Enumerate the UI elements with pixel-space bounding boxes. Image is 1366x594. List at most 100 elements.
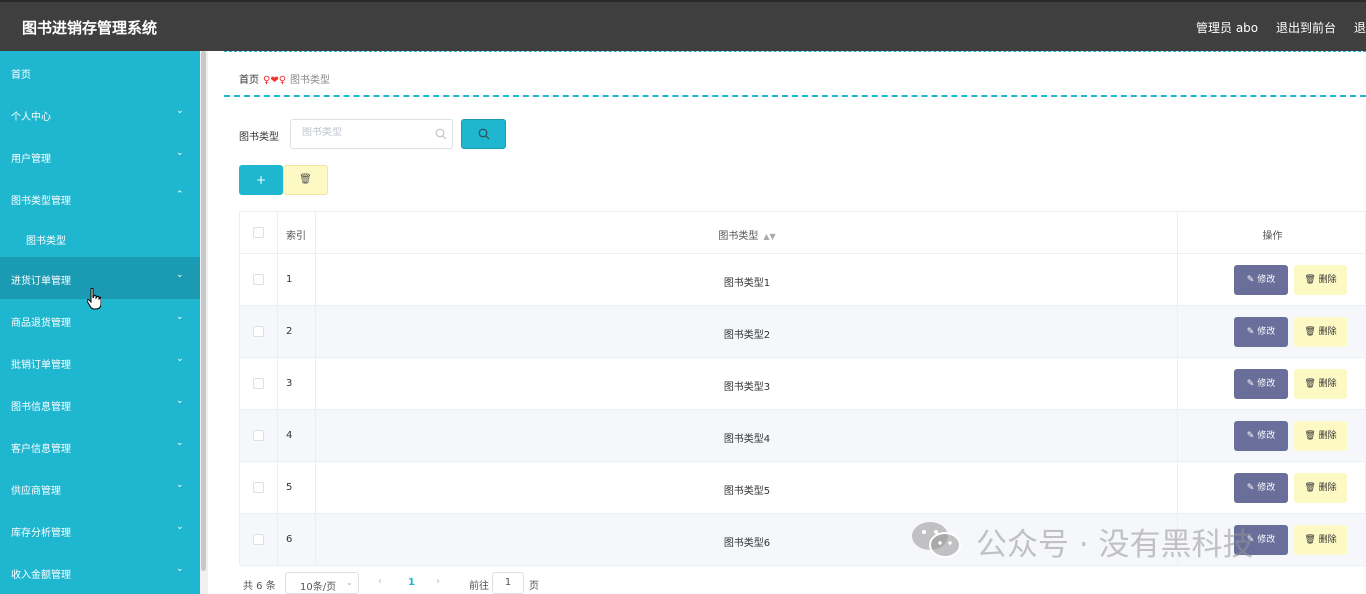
row-index: 2 xyxy=(286,326,293,337)
prev-page-button[interactable]: ‹ xyxy=(378,576,382,587)
sidebar-item-wholesale-order-management[interactable]: 批销订单管理 ⌄ xyxy=(0,341,200,383)
row-index: 1 xyxy=(286,274,293,285)
row-index: 3 xyxy=(286,378,293,389)
delete-button[interactable]: 🗑 删除 xyxy=(1294,421,1347,451)
chevron-down-icon: ⌄ xyxy=(176,106,184,116)
page-number-current[interactable]: 1 xyxy=(408,577,415,588)
trash-icon: 🗑 xyxy=(1304,379,1316,389)
chevron-down-icon: ⌄ xyxy=(176,312,184,322)
sidebar-item-inventory-analysis[interactable]: 库存分析管理 ⌄ xyxy=(0,509,200,551)
edit-button[interactable]: ✎ 修改 xyxy=(1234,421,1288,451)
chevron-down-icon: ⌄ xyxy=(176,480,184,490)
row-checkbox[interactable] xyxy=(253,274,264,285)
sidebar-item-home[interactable]: 首页 xyxy=(0,51,200,93)
row-book-type: 图书类型4 xyxy=(723,434,771,445)
breadcrumb-separator: ♀❤♀ xyxy=(263,75,287,86)
edit-button[interactable]: ✎ 修改 xyxy=(1234,473,1288,503)
top-right-links: 管理员 abo 退出到前台 退 xyxy=(1196,19,1366,36)
front-page-link[interactable]: 退出到前台 xyxy=(1276,21,1336,35)
row-checkbox[interactable] xyxy=(253,482,264,493)
delete-button[interactable]: 🗑 删除 xyxy=(1294,265,1347,295)
sidebar-item-label: 图书类型管理 xyxy=(11,196,71,207)
search-icon xyxy=(478,128,490,140)
edit-button[interactable]: ✎ 修改 xyxy=(1234,317,1288,347)
sidebar-item-label: 客户信息管理 xyxy=(11,444,71,455)
pagination-total: 共 6 条 xyxy=(243,581,276,592)
row-index: 6 xyxy=(286,534,293,545)
sidebar-item-label: 个人中心 xyxy=(11,112,51,123)
sidebar-item-book-info-management[interactable]: 图书信息管理 ⌄ xyxy=(0,383,200,425)
edit-icon: ✎ xyxy=(1246,483,1255,493)
add-button[interactable]: + xyxy=(239,165,283,195)
chevron-down-icon: ⌄ xyxy=(176,564,184,574)
goto-page-input[interactable]: 1 xyxy=(492,572,524,594)
trash-icon: 🗑 xyxy=(1304,483,1316,493)
sidebar-item-personal-center[interactable]: 个人中心 ⌄ xyxy=(0,93,200,135)
delete-button[interactable]: 🗑 删除 xyxy=(1294,473,1347,503)
sidebar-item-income-management[interactable]: 收入金额管理 ⌄ xyxy=(0,551,200,593)
row-checkbox[interactable] xyxy=(253,378,264,389)
row-book-type: 图书类型5 xyxy=(723,486,771,497)
edit-icon: ✎ xyxy=(1246,327,1255,337)
chevron-down-icon: ⌄ xyxy=(176,438,184,448)
table-row: 1 图书类型1 ✎ 修改 🗑 删除 xyxy=(240,254,1366,306)
header-book-type[interactable]: 图书类型 ▲▼ xyxy=(316,227,1178,242)
sidebar-item-label: 批销订单管理 xyxy=(11,360,71,371)
goto-label: 前往 xyxy=(469,581,489,592)
trash-icon: 🗑 xyxy=(299,174,312,185)
sidebar-item-label: 供应商管理 xyxy=(11,486,61,497)
row-book-type: 图书类型1 xyxy=(723,278,771,289)
edit-icon: ✎ xyxy=(1246,275,1255,285)
delete-button[interactable]: 🗑 删除 xyxy=(1294,369,1347,399)
sidebar-item-label: 收入金额管理 xyxy=(11,570,71,581)
scrollbar-thumb[interactable] xyxy=(201,51,206,571)
sidebar-item-label: 用户管理 xyxy=(11,154,51,165)
breadcrumb-home[interactable]: 首页 xyxy=(239,75,259,86)
breadcrumb-current: 图书类型 xyxy=(290,75,331,86)
app-title: 图书进销存管理系统 xyxy=(22,19,158,37)
sidebar-item-label: 商品退货管理 xyxy=(11,318,71,329)
row-index: 5 xyxy=(286,482,293,493)
logout-link[interactable]: 退 xyxy=(1354,21,1366,35)
breadcrumb-bar: 首页 ♀❤♀ 图书类型 xyxy=(224,51,1366,97)
page-size-select[interactable]: 10条/页 ⌄ xyxy=(285,572,359,594)
edit-button[interactable]: ✎ 修改 xyxy=(1234,265,1288,295)
sidebar-scrollbar[interactable] xyxy=(200,51,208,594)
row-checkbox[interactable] xyxy=(253,326,264,337)
delete-button[interactable]: 🗑 删除 xyxy=(1294,525,1347,555)
search-button[interactable] xyxy=(461,119,506,149)
page-unit-label: 页 xyxy=(529,581,539,592)
sidebar-item-label: 库存分析管理 xyxy=(11,528,71,539)
chevron-up-icon: ⌃ xyxy=(176,190,184,200)
sidebar-item-supplier-management[interactable]: 供应商管理 ⌄ xyxy=(0,467,200,509)
trash-icon: 🗑 xyxy=(1304,275,1316,285)
trash-icon: 🗑 xyxy=(1304,327,1316,337)
search-input[interactable] xyxy=(302,127,427,138)
sidebar-item-user-management[interactable]: 用户管理 ⌄ xyxy=(0,135,200,177)
table-row: 3 图书类型3 ✎ 修改 🗑 删除 xyxy=(240,358,1366,410)
row-index: 4 xyxy=(286,430,293,441)
hand-cursor-icon xyxy=(87,288,101,310)
chevron-down-icon: ⌄ xyxy=(176,354,184,364)
trash-icon: 🗑 xyxy=(1304,431,1316,441)
batch-delete-button[interactable]: 🗑 xyxy=(283,165,328,195)
sidebar-subitem-book-type[interactable]: 图书类型 xyxy=(0,217,200,259)
sort-icon[interactable]: ▲▼ xyxy=(763,232,775,241)
header-index: 索引 xyxy=(286,231,306,242)
trash-icon: 🗑 xyxy=(1304,535,1316,545)
search-icon xyxy=(435,128,447,140)
row-book-type: 图书类型3 xyxy=(723,382,771,393)
sidebar-item-book-type-management[interactable]: 图书类型管理 ⌃ xyxy=(0,177,200,219)
header-actions: 操作 xyxy=(1262,231,1283,242)
delete-button[interactable]: 🗑 删除 xyxy=(1294,317,1347,347)
main-content: 首页 ♀❤♀图书类型 图书类型 + 🗑 索引 图书类型▲▼ 操作 1 图书类型1 … xyxy=(224,51,1366,594)
row-checkbox[interactable] xyxy=(253,534,264,545)
breadcrumb: 首页 ♀❤♀ 图书类型 xyxy=(239,71,330,86)
row-checkbox[interactable] xyxy=(253,430,264,441)
watermark-text: 公众号 · 没有黑科技 xyxy=(976,527,1254,563)
next-page-button[interactable]: › xyxy=(436,576,440,587)
select-all-checkbox[interactable] xyxy=(253,227,264,238)
search-field[interactable] xyxy=(290,119,453,149)
edit-button[interactable]: ✎ 修改 xyxy=(1234,369,1288,399)
sidebar-item-customer-info-management[interactable]: 客户信息管理 ⌄ xyxy=(0,425,200,467)
